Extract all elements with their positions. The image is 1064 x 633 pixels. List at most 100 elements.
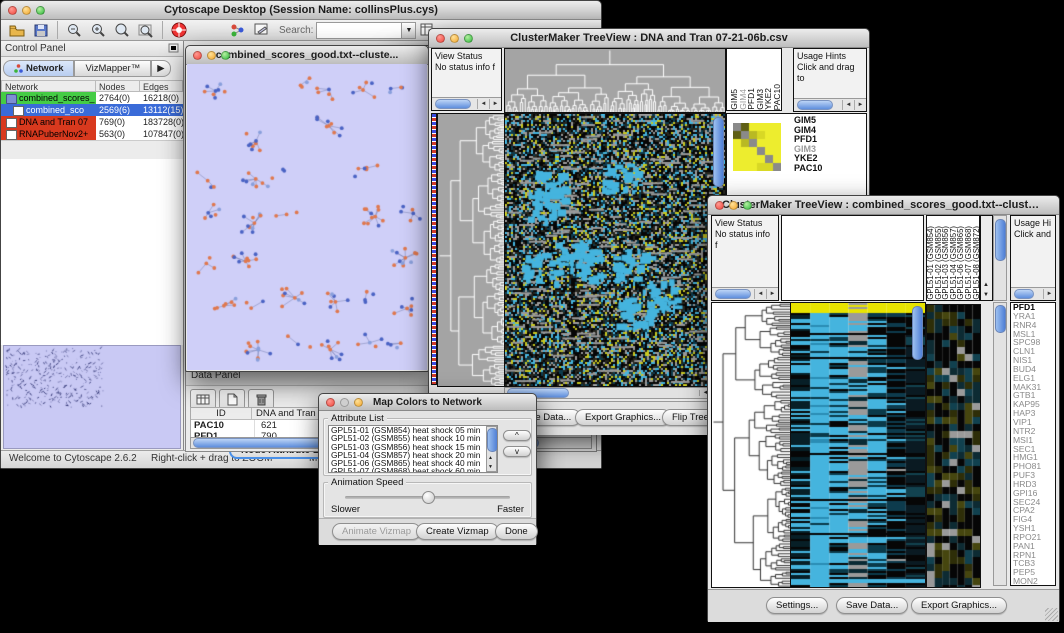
close-icon[interactable] <box>8 6 17 15</box>
save-data-button[interactable]: Save Data... <box>836 597 908 614</box>
animate-vizmap-button[interactable]: Animate Vizmap <box>332 523 421 540</box>
attribute-item-5[interactable]: GPL51-07 (GSM868) heat shock 60 min <box>329 467 497 473</box>
search-input[interactable] <box>316 22 402 39</box>
heatmap-vscrollbar-thumb[interactable] <box>713 117 724 187</box>
zoom-window-icon[interactable] <box>36 6 45 15</box>
minimize-icon[interactable] <box>340 398 349 407</box>
treeview2-titlebar[interactable]: ClusterMaker TreeView : combined_scores_… <box>708 196 1059 215</box>
close-icon[interactable] <box>436 34 445 43</box>
treeview2-column-dendrogram[interactable] <box>781 215 924 301</box>
treeview1-column-labels: GIM5GIM4PFD1GIM3YKE2PAC10 <box>726 48 782 111</box>
scroll-right-icon[interactable]: ► <box>489 99 501 109</box>
save-icon[interactable] <box>30 21 52 39</box>
network-view-canvas[interactable] <box>187 64 427 370</box>
dialog-titlebar[interactable]: Map Colors to Network <box>319 394 536 411</box>
zoom-window-icon[interactable] <box>743 201 752 210</box>
scroll-left-icon[interactable]: ◄ <box>754 289 766 299</box>
search-dropdown-icon[interactable]: ▼ <box>402 22 416 39</box>
treeview2-heatmap[interactable] <box>790 302 926 588</box>
minimize-icon[interactable] <box>729 201 738 210</box>
scroll-left-icon[interactable]: ◄ <box>477 99 489 109</box>
zoom-selected-icon[interactable] <box>111 21 133 39</box>
minimize-icon[interactable] <box>450 34 459 43</box>
scrollbar-thumb[interactable] <box>715 289 751 299</box>
usage-hints-scrollbar[interactable]: ► <box>1011 287 1055 300</box>
scroll-right-icon[interactable]: ► <box>766 289 778 299</box>
treeview1-titlebar[interactable]: ClusterMaker TreeView : DNA and Tran 07-… <box>429 29 869 48</box>
network-view-title: combined_scores_good.txt--cluste... <box>216 49 399 61</box>
scrollbar-thumb[interactable] <box>435 99 471 109</box>
view-status-scrollbar[interactable]: ◄► <box>712 287 778 300</box>
treeview1-similarity-matrix[interactable] <box>733 123 781 171</box>
zoom-window-icon[interactable] <box>354 398 363 407</box>
network-row-0[interactable]: combined_scores_2764(0)16218(0) <box>1 92 183 104</box>
export-graphics-button[interactable]: Export Graphics... <box>575 409 671 426</box>
tab-vizmapper[interactable]: VizMapper™ <box>74 60 151 77</box>
attribute-list-label: Attribute List <box>328 413 387 424</box>
close-icon[interactable] <box>715 201 724 210</box>
tab-more[interactable]: ▶ <box>151 60 170 77</box>
heatmap-vscrollbar-thumb[interactable] <box>912 306 923 360</box>
scroll-right-icon[interactable]: ► <box>1043 289 1055 299</box>
zoom-in-icon[interactable] <box>87 21 109 39</box>
scrollbar-thumb[interactable] <box>1014 289 1034 299</box>
zoom-window-icon[interactable] <box>464 34 473 43</box>
scroll-left-icon[interactable]: ◄ <box>842 100 854 110</box>
main-titlebar[interactable]: Cytoscape Desktop (Session Name: collins… <box>1 1 601 20</box>
zoom-fit-icon[interactable] <box>135 21 157 39</box>
treeview2-zoom-heatmap[interactable] <box>926 304 981 588</box>
attribute-list[interactable]: GPL51-01 (GSM854) heat shock 05 minGPL51… <box>328 425 498 473</box>
settings-button[interactable]: Settings... <box>766 597 828 614</box>
done-button[interactable]: Done <box>495 523 538 540</box>
slider-thumb[interactable] <box>422 491 435 504</box>
scroll-right-icon[interactable]: ► <box>854 100 866 110</box>
scrollbar-thumb[interactable] <box>797 100 833 110</box>
resize-grip[interactable] <box>1045 608 1058 621</box>
main-window-title: Cytoscape Desktop (Session Name: collins… <box>164 4 438 16</box>
create-vizmap-button[interactable]: Create Vizmap <box>416 523 499 540</box>
treeview2-gene-vscrollbar[interactable] <box>993 302 1007 586</box>
treeview1-hscrollbar[interactable]: ◄► <box>504 387 724 399</box>
view-status-scrollbar[interactable]: ◄► <box>432 97 501 110</box>
move-up-button[interactable]: ^ <box>503 430 531 441</box>
scroll-up-icon[interactable]: ▲ <box>983 282 989 288</box>
scrollbar-thumb[interactable] <box>487 428 498 452</box>
attribute-list-vscrollbar[interactable]: ▲ ▼ <box>486 426 497 472</box>
network-row-1[interactable]: combined_sco2569(6)13112(15) <box>1 104 183 116</box>
tab-network[interactable]: Network <box>3 60 74 77</box>
scroll-up-icon[interactable]: ▲ <box>488 455 493 461</box>
minimize-icon[interactable] <box>22 6 31 15</box>
treeview1-row-dendrogram[interactable] <box>437 113 506 387</box>
network-icon[interactable] <box>226 21 248 39</box>
scroll-down-icon[interactable]: ▼ <box>488 464 493 470</box>
scroll-down-icon[interactable]: ▼ <box>983 292 989 298</box>
window-controls[interactable] <box>8 6 45 15</box>
treeview1-column-dendrogram[interactable] <box>504 48 726 113</box>
scrollbar-thumb[interactable] <box>995 219 1006 261</box>
export-graphics-button[interactable]: Export Graphics... <box>911 597 1007 614</box>
float-panel-icon[interactable] <box>168 40 179 58</box>
usage-hints-scrollbar[interactable]: ◄► <box>794 98 866 111</box>
status-welcome: Welcome to Cytoscape 2.6.2 <box>9 453 137 464</box>
zoom-window-icon[interactable] <box>221 51 230 60</box>
network-row-3[interactable]: RNAPuberNov2+563(0)107847(0) <box>1 128 183 140</box>
treeview2-window: ClusterMaker TreeView : combined_scores_… <box>707 195 1060 622</box>
treeview2-row-dendrogram[interactable] <box>711 302 791 588</box>
treeview2-label-vscrollbar[interactable] <box>993 215 1007 301</box>
treeview1-usage-hints: Usage HintsClick and drag to ◄► <box>793 48 867 112</box>
close-icon[interactable] <box>193 51 202 60</box>
scrollbar-thumb[interactable] <box>995 305 1006 333</box>
network-view-titlebar[interactable]: combined_scores_good.txt--cluste... <box>186 46 428 65</box>
minimize-icon[interactable] <box>207 51 216 60</box>
move-down-button[interactable]: v <box>503 446 531 457</box>
birdseye-view[interactable] <box>3 345 181 449</box>
col-label-5: PAC10 <box>773 84 782 110</box>
close-icon[interactable] <box>326 398 335 407</box>
network-row-2[interactable]: DNA and Tran 07769(0)183728(0) <box>1 116 183 128</box>
gene-label-31: MON2 <box>1013 577 1055 586</box>
zoom-out-icon[interactable] <box>63 21 85 39</box>
annotation-icon[interactable] <box>250 21 272 39</box>
treeview1-heatmap[interactable] <box>504 113 726 387</box>
open-icon[interactable] <box>6 21 28 39</box>
help-icon[interactable] <box>168 21 190 39</box>
